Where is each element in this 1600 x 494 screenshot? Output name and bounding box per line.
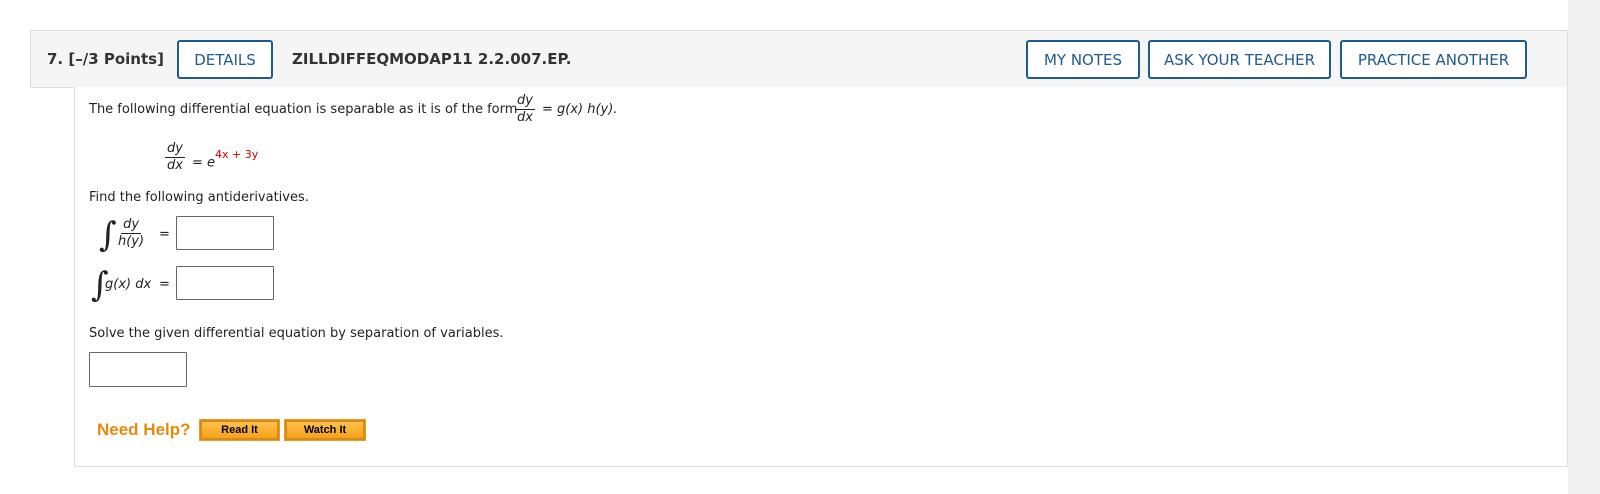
integral2-expression: g(x) dx xyxy=(105,277,152,292)
integral-sign-icon: ∫ xyxy=(99,215,117,255)
form-fraction-denominator: dx xyxy=(517,110,533,125)
equation-denominator: dx xyxy=(167,158,183,173)
ask-your-teacher-button[interactable]: ASK YOUR TEACHER xyxy=(1148,40,1331,79)
equation-exponent: 4x + 3y xyxy=(215,148,259,161)
question-header: 7. [–/3 Points] DETAILS ZILLDIFFEQMODAP1… xyxy=(30,30,1568,88)
form-fraction: dy dx xyxy=(515,94,535,125)
integral2-equals: = xyxy=(159,277,170,292)
question-code: ZILLDIFFEQMODAP11 2.2.007.EP. xyxy=(292,50,572,68)
details-button[interactable]: DETAILS xyxy=(177,40,273,79)
integral1-equals: = xyxy=(159,227,170,242)
question-body: The following differential equation is s… xyxy=(74,87,1568,467)
my-notes-button[interactable]: MY NOTES xyxy=(1026,40,1140,79)
equation-rhs: = e4x + 3y xyxy=(192,148,259,171)
integral1-denominator: h(y) xyxy=(118,234,145,249)
question-points: [–/3 Points] xyxy=(68,50,164,68)
integral1-answer-input[interactable] xyxy=(176,216,274,250)
question-number-points: 7. [–/3 Points] xyxy=(47,50,164,68)
integral1-fraction: dy h(y) xyxy=(118,218,144,249)
intro-text: The following differential equation is s… xyxy=(89,102,518,117)
need-help-label: Need Help? xyxy=(97,420,191,439)
question-number: 7. xyxy=(47,50,64,68)
equation-fraction: dy dx xyxy=(165,142,185,173)
watch-it-button[interactable]: Watch It xyxy=(284,419,366,441)
practice-another-button[interactable]: PRACTICE ANOTHER xyxy=(1340,40,1527,79)
equation-numerator: dy xyxy=(165,141,185,158)
equation-equals-e: = e xyxy=(192,155,216,171)
integral1-numerator: dy xyxy=(121,217,142,234)
solve-text: Solve the given differential equation by… xyxy=(89,326,504,341)
solution-answer-input[interactable] xyxy=(89,352,187,387)
page-right-margin xyxy=(1568,0,1600,494)
integral2-answer-input[interactable] xyxy=(176,266,274,300)
form-rhs: = g(x) h(y). xyxy=(542,102,618,117)
read-it-button[interactable]: Read It xyxy=(199,419,280,441)
find-text: Find the following antiderivatives. xyxy=(89,190,309,205)
form-fraction-numerator: dy xyxy=(515,93,535,110)
